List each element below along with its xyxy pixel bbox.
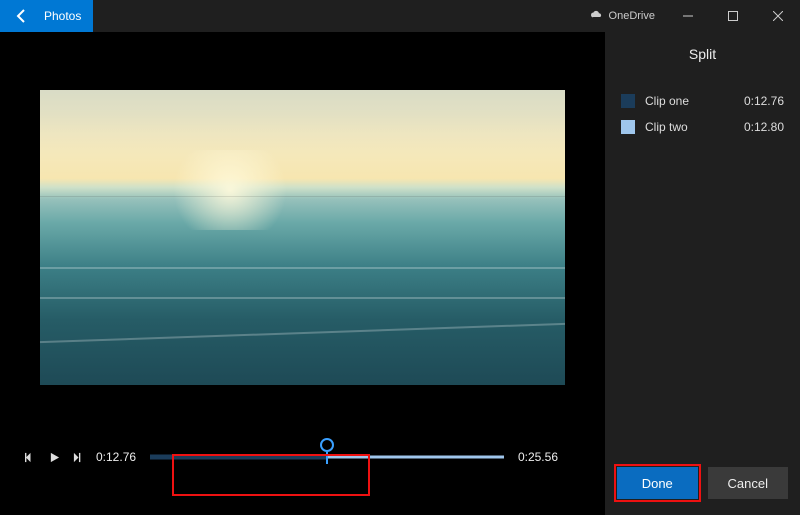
window-controls [665, 0, 800, 32]
titlebar: Photos OneDrive [0, 0, 800, 32]
split-handle[interactable] [319, 438, 335, 464]
clip-name-label: Clip two [645, 120, 734, 134]
previous-frame-button[interactable] [18, 445, 42, 469]
clip-duration-label: 0:12.80 [744, 120, 784, 134]
clip-color-swatch [621, 94, 635, 108]
maximize-button[interactable] [710, 0, 755, 32]
cancel-button[interactable]: Cancel [708, 467, 789, 499]
app-window: Photos OneDrive [0, 0, 800, 515]
clip-duration-label: 0:12.76 [744, 94, 784, 108]
titlebar-drag-region[interactable] [93, 0, 578, 32]
clip-row[interactable]: Clip two 0:12.80 [617, 114, 788, 140]
play-button[interactable] [42, 445, 66, 469]
done-button[interactable]: Done [617, 467, 698, 499]
action-button-row: Done Cancel [617, 463, 788, 501]
timeline-clip-one-region [150, 455, 327, 460]
split-side-panel: Split Clip one 0:12.76 Clip two 0:12.80 Don… [605, 32, 800, 515]
close-button[interactable] [755, 0, 800, 32]
split-handle-stem-icon [326, 452, 328, 464]
current-time-label: 0:12.76 [96, 450, 136, 464]
video-preview[interactable] [40, 90, 565, 385]
timeline-area: 0:12.76 0:25.56 [0, 427, 604, 487]
clip-row[interactable]: Clip one 0:12.76 [617, 88, 788, 114]
preview-panel: 0:12.76 0:25.56 [0, 32, 605, 515]
onedrive-label: OneDrive [609, 10, 655, 22]
back-button[interactable] [0, 0, 44, 32]
timeline-track[interactable] [150, 442, 504, 472]
total-time-label: 0:25.56 [518, 450, 558, 464]
titlebar-left: Photos [0, 0, 93, 32]
preview-wrap [0, 32, 604, 385]
app-title: Photos [44, 9, 81, 23]
body: 0:12.76 0:25.56 Split Clip one0:12.76Cli… [0, 32, 800, 515]
onedrive-cloud-icon [589, 10, 603, 23]
split-handle-ring-icon [320, 438, 334, 452]
clip-name-label: Clip one [645, 94, 734, 108]
onedrive-status[interactable]: OneDrive [579, 0, 665, 32]
next-frame-button[interactable] [66, 445, 90, 469]
side-panel-title: Split [617, 46, 788, 62]
clip-color-swatch [621, 120, 635, 134]
minimize-button[interactable] [665, 0, 710, 32]
